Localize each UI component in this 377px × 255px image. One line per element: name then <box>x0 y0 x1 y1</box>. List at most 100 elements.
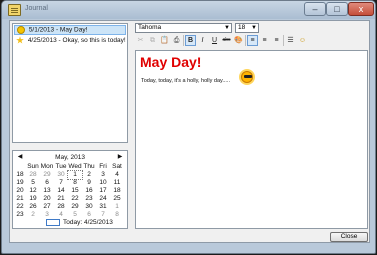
calendar-day[interactable]: 8 <box>68 179 82 187</box>
calendar-day[interactable]: 14 <box>54 187 68 195</box>
calendar-day-selected[interactable]: 1 <box>67 170 83 180</box>
calendar-week-row: 22 26 27 28 29 30 31 1 <box>13 203 127 211</box>
calendar-day[interactable]: 13 <box>40 187 54 195</box>
align-left-button[interactable]: ≡ <box>247 35 258 46</box>
calendar-week-row: 19 5 6 7 8 9 10 11 <box>13 179 127 187</box>
calendar-day[interactable]: 3 <box>96 171 110 179</box>
calendar-day[interactable]: 28 <box>54 203 68 211</box>
font-size-value: 18 <box>238 24 246 31</box>
window-close-button[interactable]: x <box>348 2 374 16</box>
calendar-day[interactable]: 4 <box>54 211 68 219</box>
maximize-button[interactable]: □ <box>326 2 348 16</box>
calendar-month-label[interactable]: May, 2013 <box>55 154 85 161</box>
font-family-select[interactable]: Tahoma ▼ <box>135 23 232 33</box>
calendar-day[interactable]: 9 <box>82 179 96 187</box>
calendar-day[interactable]: 29 <box>40 171 54 179</box>
entry-item-today[interactable]: 4/25/2013 - Okay, so this is today! <box>14 36 126 46</box>
next-month-icon[interactable]: ▶ <box>115 153 125 162</box>
calendar-day[interactable]: 2 <box>26 211 40 219</box>
calendar-day[interactable]: 6 <box>82 211 96 219</box>
calendar-day[interactable]: 30 <box>54 171 68 179</box>
calendar-day[interactable]: 30 <box>82 203 96 211</box>
bold-button[interactable]: B <box>185 35 196 46</box>
title-bar[interactable]: Journal – □ x <box>2 1 375 19</box>
cut-icon[interactable]: ✂ <box>135 35 146 46</box>
align-right-button[interactable]: ≡ <box>271 35 282 46</box>
calendar-day[interactable]: 7 <box>96 211 110 219</box>
calendar-day[interactable]: 25 <box>110 195 124 203</box>
bullet-list-button[interactable]: ☰ <box>285 35 296 46</box>
font-size-select[interactable]: 18 ▼ <box>235 23 259 33</box>
calendar-day[interactable]: 5 <box>68 211 82 219</box>
day-header: Mon <box>40 163 54 170</box>
entry-title: May Day! <box>59 26 88 34</box>
calendar-day[interactable]: 4 <box>110 171 124 179</box>
calendar-day[interactable]: 21 <box>54 195 68 203</box>
entry-date: 5/1/2013 <box>28 26 55 34</box>
calendar-day[interactable]: 6 <box>40 179 54 187</box>
calendar-day[interactable]: 29 <box>68 203 82 211</box>
calendar-day[interactable]: 2 <box>82 171 96 179</box>
calendar-day[interactable]: 24 <box>96 195 110 203</box>
calendar-day[interactable]: 12 <box>26 187 40 195</box>
journal-window: Journal – □ x 5/1/2013 - May Day! 4/25/2… <box>1 0 376 254</box>
calendar-day[interactable]: 11 <box>110 179 124 187</box>
entry-body-text: Today, today, it's a holly, holly day...… <box>141 78 230 84</box>
toolbar-separator <box>245 35 246 46</box>
calendar-day[interactable]: 10 <box>96 179 110 187</box>
strikethrough-button[interactable]: abc <box>221 35 232 46</box>
month-calendar[interactable]: ◀ May, 2013 ▶ Sun Mon Tue Wed Thu Fri Sa… <box>12 150 128 229</box>
week-number: 20 <box>16 187 24 194</box>
smiley-icon <box>17 26 25 34</box>
rich-text-editor[interactable]: May Day! Today, today, it's a holly, hol… <box>135 50 368 229</box>
calendar-week-row: 23 2 3 4 5 6 7 8 <box>13 211 127 219</box>
font-family-value: Tahoma <box>138 24 162 31</box>
entry-date: 4/25/2013 <box>27 37 57 44</box>
calendar-day[interactable]: 27 <box>40 203 54 211</box>
star-icon <box>16 36 24 44</box>
calendar-day[interactable]: 16 <box>82 187 96 195</box>
day-header: Sat <box>112 163 122 170</box>
italic-button[interactable]: I <box>197 35 208 46</box>
calendar-day[interactable]: 7 <box>54 179 68 187</box>
calendar-day[interactable]: 31 <box>96 203 110 211</box>
align-center-button[interactable]: ≡ <box>259 35 270 46</box>
calendar-day[interactable]: 5 <box>26 179 40 187</box>
calendar-day[interactable]: 18 <box>110 187 124 195</box>
entry-list[interactable]: 5/1/2013 - May Day! 4/25/2013 - Okay, so… <box>12 23 128 143</box>
minimize-button[interactable]: – <box>304 2 326 16</box>
calendar-day[interactable]: 20 <box>40 195 54 203</box>
week-number: 22 <box>16 203 24 210</box>
window-title: Journal <box>25 5 48 12</box>
calendar-day[interactable]: 17 <box>96 187 110 195</box>
emoticon-button[interactable]: ☺ <box>297 35 308 46</box>
day-header: Tue <box>55 163 67 170</box>
calendar-day[interactable]: 22 <box>68 195 82 203</box>
underline-button[interactable]: U <box>209 35 220 46</box>
calendar-day[interactable]: 8 <box>110 211 124 219</box>
sun-emoticon-icon <box>241 71 253 83</box>
calendar-day[interactable]: 19 <box>26 195 40 203</box>
toolbar-separator <box>283 35 284 46</box>
paste-icon[interactable]: 📋 <box>159 35 170 46</box>
calendar-week-row: 20 12 13 14 15 16 17 18 <box>13 187 127 195</box>
calendar-day[interactable]: 15 <box>68 187 82 195</box>
calendar-day[interactable]: 3 <box>40 211 54 219</box>
color-icon[interactable]: 🎨 <box>233 35 244 46</box>
chevron-down-icon: ▼ <box>224 25 230 31</box>
week-number: 23 <box>16 211 24 218</box>
week-number: 18 <box>16 171 24 178</box>
calendar-day[interactable]: 23 <box>82 195 96 203</box>
entry-item-may-day[interactable]: 5/1/2013 - May Day! <box>14 25 126 35</box>
calendar-week-row: 21 19 20 21 22 23 24 25 <box>13 195 127 203</box>
close-button[interactable]: Close <box>330 232 368 242</box>
copy-icon[interactable]: ⧉ <box>147 35 158 46</box>
calendar-day[interactable]: 26 <box>26 203 40 211</box>
entry-heading: May Day! <box>140 54 202 70</box>
calendar-day[interactable]: 1 <box>110 203 124 211</box>
previous-month-icon[interactable]: ◀ <box>15 153 25 162</box>
calendar-day[interactable]: 28 <box>26 171 40 179</box>
today-link[interactable]: Today: 4/25/2013 <box>63 219 113 227</box>
day-header: Sun <box>27 163 39 170</box>
print-icon[interactable]: ⎙ <box>171 35 182 46</box>
